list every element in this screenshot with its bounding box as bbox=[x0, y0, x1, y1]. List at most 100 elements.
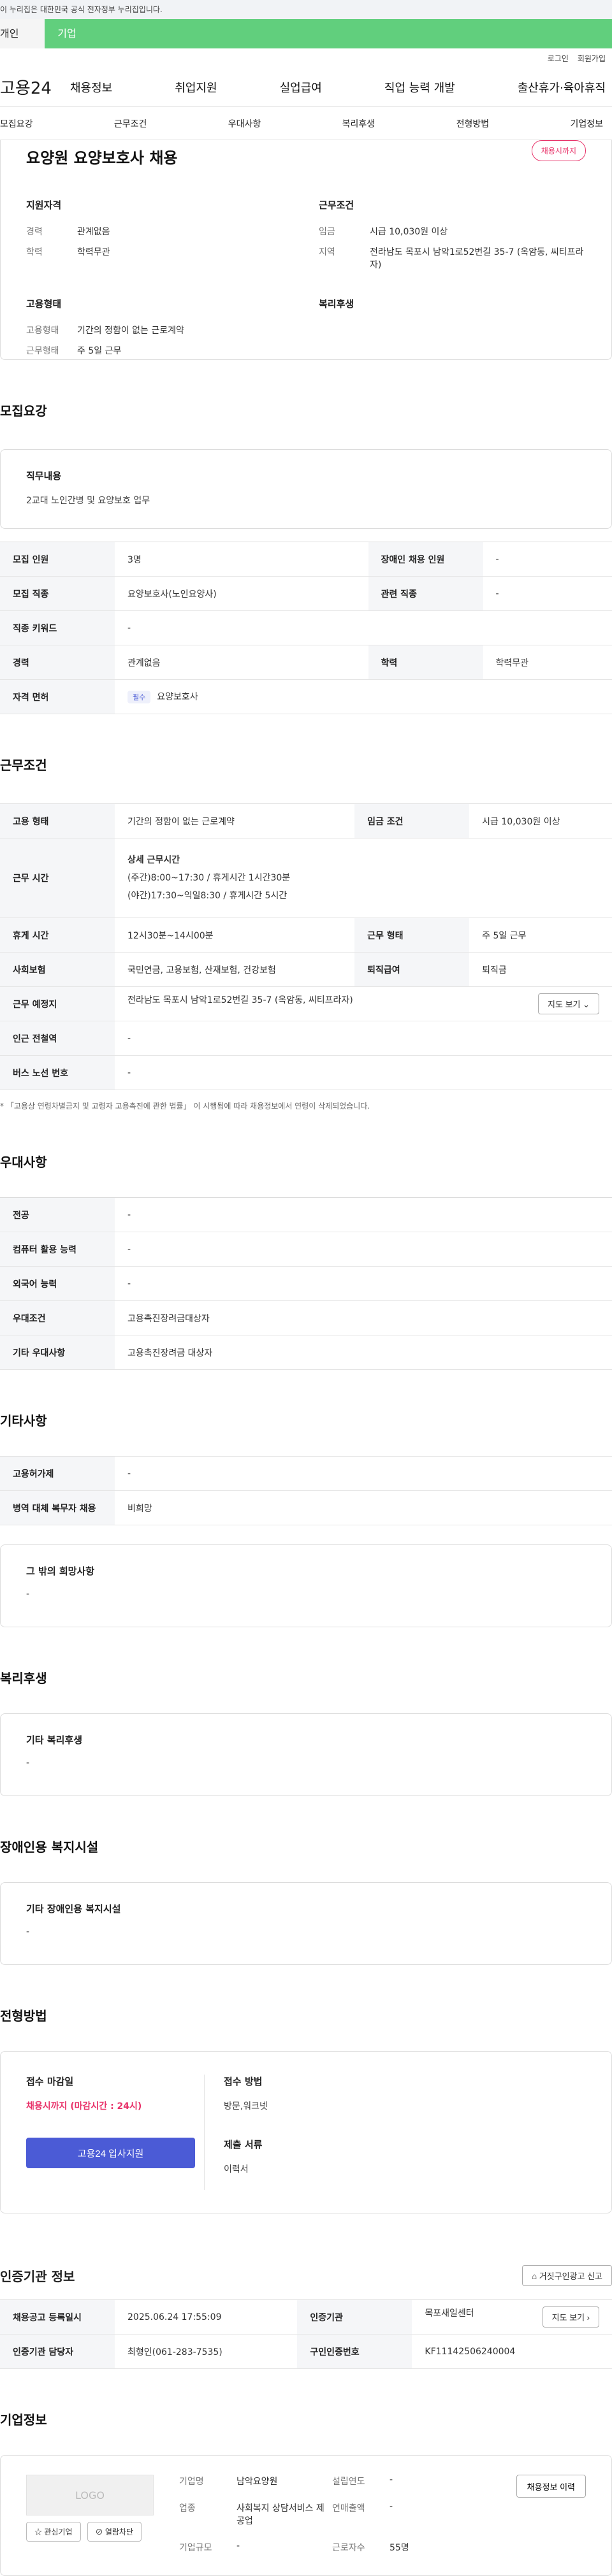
company-info-grid: 기업명 남악요양원 설립연도 - 업종 사회복지 상담서비스 제공업 연매출액 - 기업… bbox=[179, 2475, 479, 2556]
summary-conditions: 근무조건 임금 시급 10,030원 이상 지역 전라남도 목포시 남악1로52번길… bbox=[319, 198, 586, 279]
method-value: 방문,워크넷 bbox=[224, 2101, 268, 2112]
false-ad-report-button[interactable]: ⌂ 거짓구인광고 신고 bbox=[522, 2265, 612, 2286]
table-row: 휴게 시간 12시30분~14시00분 근무 형태 주 5일 근무 bbox=[0, 917, 612, 953]
gnb-menu: 채용정보 취업지원 실업급여 직업 능력 개발 출산휴가·육아휴직 bbox=[70, 79, 612, 96]
disabled-title: 장애인용 복지시설 bbox=[0, 1839, 99, 1855]
table-row: 인증기관 담당자 최형인(061-283-7535) 구인인증번호 KF111425… bbox=[0, 2334, 612, 2369]
company-key: 업종 bbox=[179, 2503, 196, 2514]
gov-banner: 이 누리집은 대한민국 공식 전자정부 누리집입니다. bbox=[0, 0, 612, 19]
summary-cond-key: 임금 bbox=[319, 227, 335, 237]
pref-table: 전공 - 컴퓨터 활용 능력 - 외국어 능력 - 우대조건 고용촉진장려금대상자 기타… bbox=[0, 1197, 612, 1370]
table-key: 고용허가제 bbox=[0, 1456, 115, 1491]
signup-link[interactable]: 회원가입 bbox=[578, 53, 606, 64]
table-key: 퇴직급여 bbox=[354, 952, 470, 987]
summary-card: 요양원 요양보호사 채용 채용시까지 지원자격 경력 관계없음 학력 학력무관 근무… bbox=[0, 140, 612, 360]
table-key: 컴퓨터 활용 능력 bbox=[0, 1232, 115, 1267]
table-key: 인증기관 담당자 bbox=[0, 2334, 115, 2369]
table-key: 직종 키워드 bbox=[0, 610, 115, 645]
favorite-company-button[interactable]: ☆ 관심기업 bbox=[26, 2522, 81, 2542]
table-key: 채용공고 등록일시 bbox=[0, 2299, 115, 2335]
etc-table: 고용허가제 - 병역 대체 복무자 채용 비희망 bbox=[0, 1456, 612, 1525]
gnb-item-jobs[interactable]: 채용정보 bbox=[70, 79, 112, 96]
company-value: - bbox=[237, 2541, 240, 2551]
table-value: 퇴직금 bbox=[469, 952, 612, 987]
gnb-item-unemployment-benefit[interactable]: 실업급여 bbox=[280, 79, 322, 96]
gnb-item-skills[interactable]: 직업 능력 개발 bbox=[384, 79, 455, 96]
table-key: 기타 우대사항 bbox=[0, 1335, 115, 1370]
site-logo[interactable]: 고용24 bbox=[0, 75, 70, 99]
summary-welfare: 복리후생 bbox=[319, 297, 586, 365]
summary-qualification: 지원자격 경력 관계없음 학력 학력무관 bbox=[26, 198, 293, 279]
tab-personal[interactable]: 개인 bbox=[0, 19, 45, 48]
table-key: 임금 조건 bbox=[354, 803, 470, 838]
table-row: 전공 - bbox=[0, 1197, 612, 1232]
login-link[interactable]: 로그인 bbox=[548, 53, 569, 64]
table-value: - bbox=[115, 1055, 612, 1090]
summary-qual-key: 경력 bbox=[26, 227, 43, 237]
table-row: 사회보험 국민연금, 고용보험, 산재보험, 건강보험 퇴직급여 퇴직금 bbox=[0, 952, 612, 987]
wish-card: 그 밖의 희망사항 - bbox=[0, 1544, 612, 1627]
table-value: 최형인(061-283-7535) bbox=[115, 2334, 298, 2369]
recruit-table: 모집 인원 3명 장애인 채용 인원 - 모집 직종 요양보호사(노인요양사) 관련 … bbox=[0, 542, 612, 714]
gnb-item-leave[interactable]: 출산휴가·육아휴직 bbox=[518, 79, 606, 96]
gov-banner-text: 이 누리집은 대한민국 공식 전자정부 누리집입니다. bbox=[0, 5, 163, 14]
wish-value: - bbox=[26, 1589, 30, 1599]
summary-cond-heading: 근무조건 bbox=[319, 199, 354, 211]
welfare-heading: 기타 복리후생 bbox=[26, 1734, 83, 1746]
table-key: 학력 bbox=[368, 645, 483, 680]
table-value: 3명 bbox=[115, 542, 368, 577]
table-row: 자격 면허 필수 요양보호사 bbox=[0, 679, 612, 714]
company-value: - bbox=[390, 2475, 393, 2485]
table-key: 병역 대체 복무자 채용 bbox=[0, 1490, 115, 1525]
table-key: 근무 시간 bbox=[0, 838, 115, 918]
company-key: 기업명 bbox=[179, 2477, 204, 2487]
table-key: 관련 직종 bbox=[368, 576, 483, 611]
summary-qual-key: 학력 bbox=[26, 247, 43, 257]
map-view-button[interactable]: 지도 보기 ⌄ bbox=[538, 993, 599, 1014]
table-row: 근무 예정지 전라남도 목포시 남악1로52번길 35-7 (옥암동, 씨티프라… bbox=[0, 986, 612, 1021]
table-value: - bbox=[115, 1266, 612, 1301]
table-value: 고용촉진장려금대상자 bbox=[115, 1300, 612, 1335]
pref-title: 우대사항 bbox=[0, 1155, 47, 1170]
anchor-work[interactable]: 근무조건 bbox=[114, 117, 147, 130]
table-row: 직종 키워드 - bbox=[0, 610, 612, 645]
anchor-recruit[interactable]: 모집요강 bbox=[0, 117, 33, 130]
tab-business[interactable]: 기업 bbox=[45, 19, 89, 48]
table-key: 구인인증번호 bbox=[297, 2334, 412, 2369]
table-value: 12시30분~14시00분 bbox=[115, 917, 355, 953]
summary-emp-heading: 고용형태 bbox=[26, 298, 62, 310]
gnb-item-employment-support[interactable]: 취업지원 bbox=[175, 79, 217, 96]
summary-employment: 고용형태 고용형태 기간의 정함이 없는 근로계약 근무형태 주 5일 근무 bbox=[26, 297, 293, 365]
disabled-heading: 기타 장애인용 복지시설 bbox=[26, 1903, 121, 1915]
table-row: 근무 시간 상세 근무시간 (주간)8:00~17:30 / 휴게시간 1시간3… bbox=[0, 838, 612, 918]
block-company-button[interactable]: ⊘ 열람차단 bbox=[87, 2522, 142, 2542]
table-value: 주 5일 근무 bbox=[469, 917, 612, 953]
table-key: 휴게 시간 bbox=[0, 917, 115, 953]
anchor-company[interactable]: 기업정보 bbox=[570, 117, 603, 130]
job-title: 요양원 요양보호사 채용 bbox=[26, 149, 178, 167]
table-value: - bbox=[115, 1021, 612, 1056]
deadline-badge: 채용시까지 bbox=[531, 140, 586, 161]
company-card: LOGO ☆ 관심기업 ⊘ 열람차단 기업명 남악요양원 설립연도 - 업종 사회복지… bbox=[0, 2455, 612, 2576]
summary-cond-key: 지역 bbox=[319, 247, 335, 257]
work-time-day: (주간)8:00~17:30 / 휴게시간 1시간30분 bbox=[127, 873, 291, 883]
work-table: 고용 형태 기간의 정함이 없는 근로계약 임금 조건 시급 10,030원 이상 … bbox=[0, 803, 612, 1090]
summary-emp-key: 근무형태 bbox=[26, 346, 59, 356]
table-key: 외국어 능력 bbox=[0, 1266, 115, 1301]
summary-welfare-heading: 복리후생 bbox=[319, 298, 354, 310]
anchor-welfare[interactable]: 복리후생 bbox=[342, 117, 375, 130]
welfare-card: 기타 복리후생 - bbox=[0, 1713, 612, 1796]
table-value: 비희망 bbox=[115, 1490, 612, 1525]
anchor-apply[interactable]: 전형방법 bbox=[456, 117, 490, 130]
apply-deadline-block: 접수 마감일 채용시까지 (마감시간 : 24시) 고용24 입사지원 bbox=[26, 2075, 205, 2190]
summary-cond-value: 시급 10,030원 이상 bbox=[370, 227, 448, 237]
job-history-button[interactable]: 채용정보 이력 bbox=[516, 2475, 586, 2498]
anchor-nav: 모집요강 근무조건 우대사항 복리후생 전형방법 기업정보 bbox=[0, 107, 612, 140]
company-key: 근로자수 bbox=[332, 2543, 365, 2553]
table-row: 고용허가제 - bbox=[0, 1456, 612, 1491]
apply-button[interactable]: 고용24 입사지원 bbox=[26, 2138, 195, 2168]
summary-emp-value: 주 5일 근무 bbox=[77, 346, 122, 356]
agency-map-button[interactable]: 지도 보기 › bbox=[542, 2306, 599, 2328]
anchor-pref[interactable]: 우대사항 bbox=[228, 117, 261, 130]
tab-strip-fill bbox=[89, 19, 612, 48]
